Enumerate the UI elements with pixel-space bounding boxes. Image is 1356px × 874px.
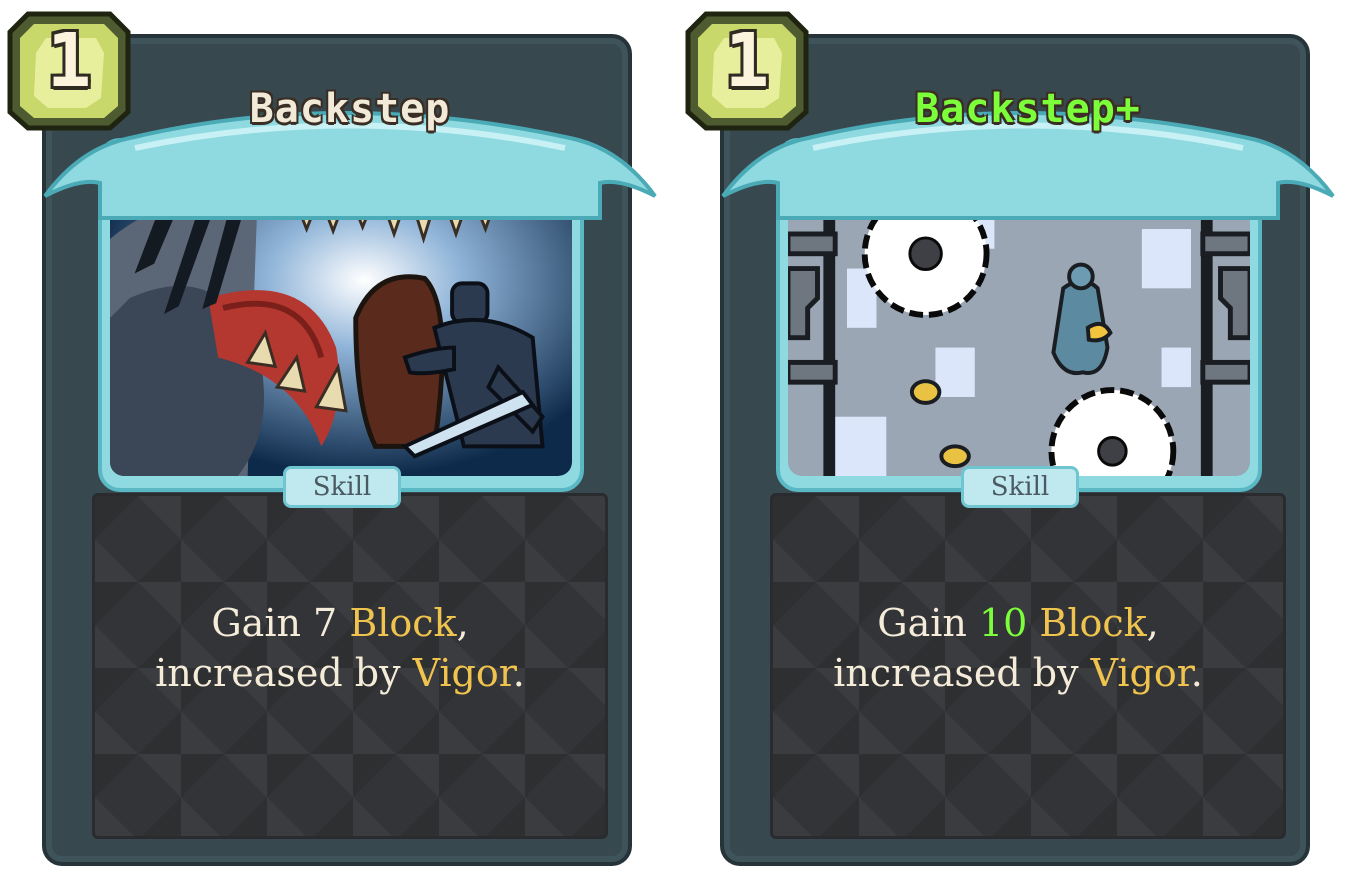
card-type-label: Skill — [961, 466, 1079, 508]
energy-cost-number: 1 — [724, 18, 770, 104]
card-backstep[interactable]: Backstep 1 Skill Gain 7 Block, increased… — [0, 0, 657, 874]
description-line-1: Gain 7 Block, — [90, 598, 590, 648]
description-text: Gain — [877, 601, 979, 645]
vigor-keyword: Vigor — [1090, 651, 1191, 695]
description-text: . — [1190, 651, 1203, 695]
vigor-keyword: Vigor — [412, 651, 513, 695]
card-title: Backstep+ — [915, 86, 1141, 132]
description-text: , — [456, 601, 469, 645]
description-text: increased by — [833, 651, 1091, 695]
description-line-2: increased by Vigor. — [768, 648, 1268, 698]
block-keyword: Block — [1039, 601, 1147, 645]
card-type-label: Skill — [283, 466, 401, 508]
description-text: Gain — [211, 601, 314, 645]
block-amount-upgraded: 10 — [978, 601, 1028, 645]
card-description: Gain 7 Block, increased by Vigor. — [90, 598, 590, 698]
description-line-2: increased by Vigor. — [90, 648, 590, 698]
description-text: , — [1146, 601, 1159, 645]
description-text: . — [512, 651, 525, 695]
description-line-1: Gain 10 Block, — [768, 598, 1268, 648]
block-keyword: Block — [349, 601, 457, 645]
card-title: Backstep — [249, 86, 451, 132]
energy-cost-number: 1 — [46, 18, 92, 104]
description-text: increased by — [155, 651, 413, 695]
block-amount: 7 — [313, 601, 338, 645]
card-description: Gain 10 Block, increased by Vigor. — [768, 598, 1268, 698]
card-backstep-plus[interactable]: Backstep+ 1 Skill Gain 10 Block, increas… — [678, 0, 1335, 874]
